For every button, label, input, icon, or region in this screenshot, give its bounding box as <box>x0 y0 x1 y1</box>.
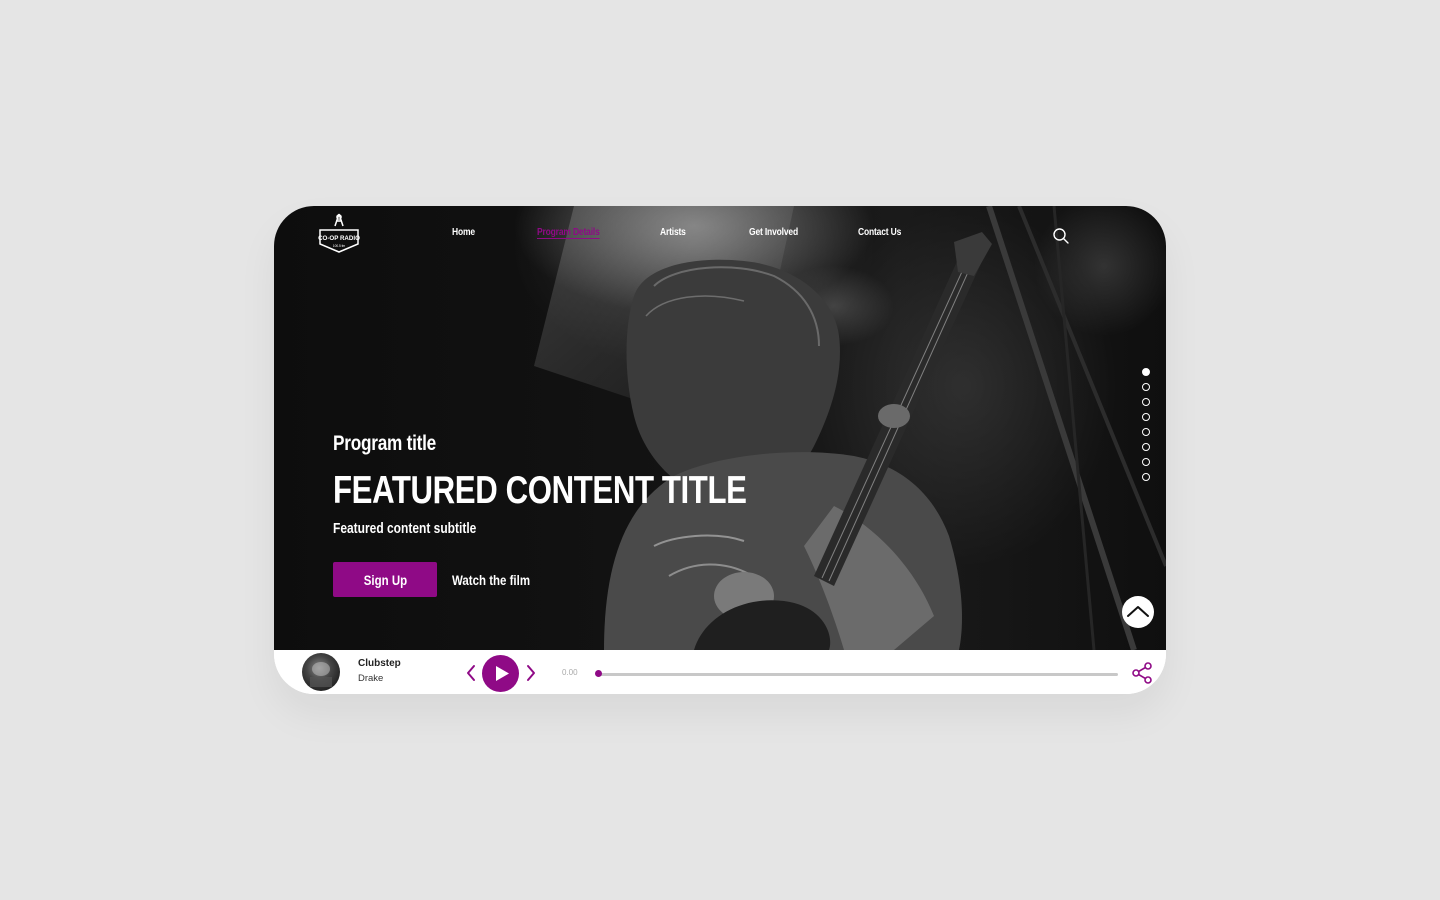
watch-the-film-link[interactable]: Watch the film <box>452 572 530 588</box>
search-icon[interactable] <box>1052 227 1070 245</box>
playback-time: 0.00 <box>562 668 578 677</box>
hero-section: CO-OP RADIO 100.5 fm Home Program Detail… <box>274 206 1166 650</box>
logo-text: CO-OP RADIO <box>318 235 360 242</box>
album-art <box>302 653 340 691</box>
co-op-radio-logo[interactable]: CO-OP RADIO 100.5 fm <box>317 212 361 254</box>
progress-bar[interactable] <box>595 670 1118 677</box>
featured-content-title: FEATURED CONTENT TITLE <box>333 469 747 512</box>
chevron-left-icon[interactable] <box>465 664 477 682</box>
sign-up-button[interactable]: Sign Up <box>333 562 437 597</box>
scroll-up-button[interactable] <box>1122 596 1154 628</box>
slide-dot-2[interactable] <box>1142 383 1150 391</box>
top-navigation: CO-OP RADIO 100.5 fm Home Program Detail… <box>274 206 1166 266</box>
slide-dot-7[interactable] <box>1142 458 1150 466</box>
slide-dot-8[interactable] <box>1142 473 1150 481</box>
featured-content-subtitle: Featured content subtitle <box>333 520 477 537</box>
nav-item-home[interactable]: Home <box>452 227 475 238</box>
app-window: CO-OP RADIO 100.5 fm Home Program Detail… <box>274 206 1166 694</box>
play-button[interactable] <box>482 655 519 692</box>
chevron-up-icon <box>1127 606 1149 617</box>
nav-item-get-involved[interactable]: Get Involved <box>749 227 798 238</box>
program-title: Program title <box>333 432 437 455</box>
slide-dot-6[interactable] <box>1142 443 1150 451</box>
logo-subtext: 100.5 fm <box>333 244 346 248</box>
nav-item-contact-us[interactable]: Contact Us <box>858 227 901 238</box>
slide-dot-5[interactable] <box>1142 428 1150 436</box>
share-icon[interactable] <box>1131 662 1153 684</box>
sign-up-button-label: Sign Up <box>363 571 407 588</box>
slide-dot-4[interactable] <box>1142 413 1150 421</box>
progress-knob[interactable] <box>595 670 602 677</box>
track-title: Clubstep <box>358 658 401 669</box>
chevron-right-icon[interactable] <box>525 664 537 682</box>
slide-dot-3[interactable] <box>1142 398 1150 406</box>
track-artist: Drake <box>358 673 384 684</box>
audio-player: Clubstep Drake 0.00 <box>274 650 1166 694</box>
nav-item-artists[interactable]: Artists <box>660 227 686 238</box>
slide-dot-1[interactable] <box>1142 368 1150 376</box>
nav-item-program-details[interactable]: Program Details <box>537 227 600 238</box>
play-icon <box>496 666 509 681</box>
